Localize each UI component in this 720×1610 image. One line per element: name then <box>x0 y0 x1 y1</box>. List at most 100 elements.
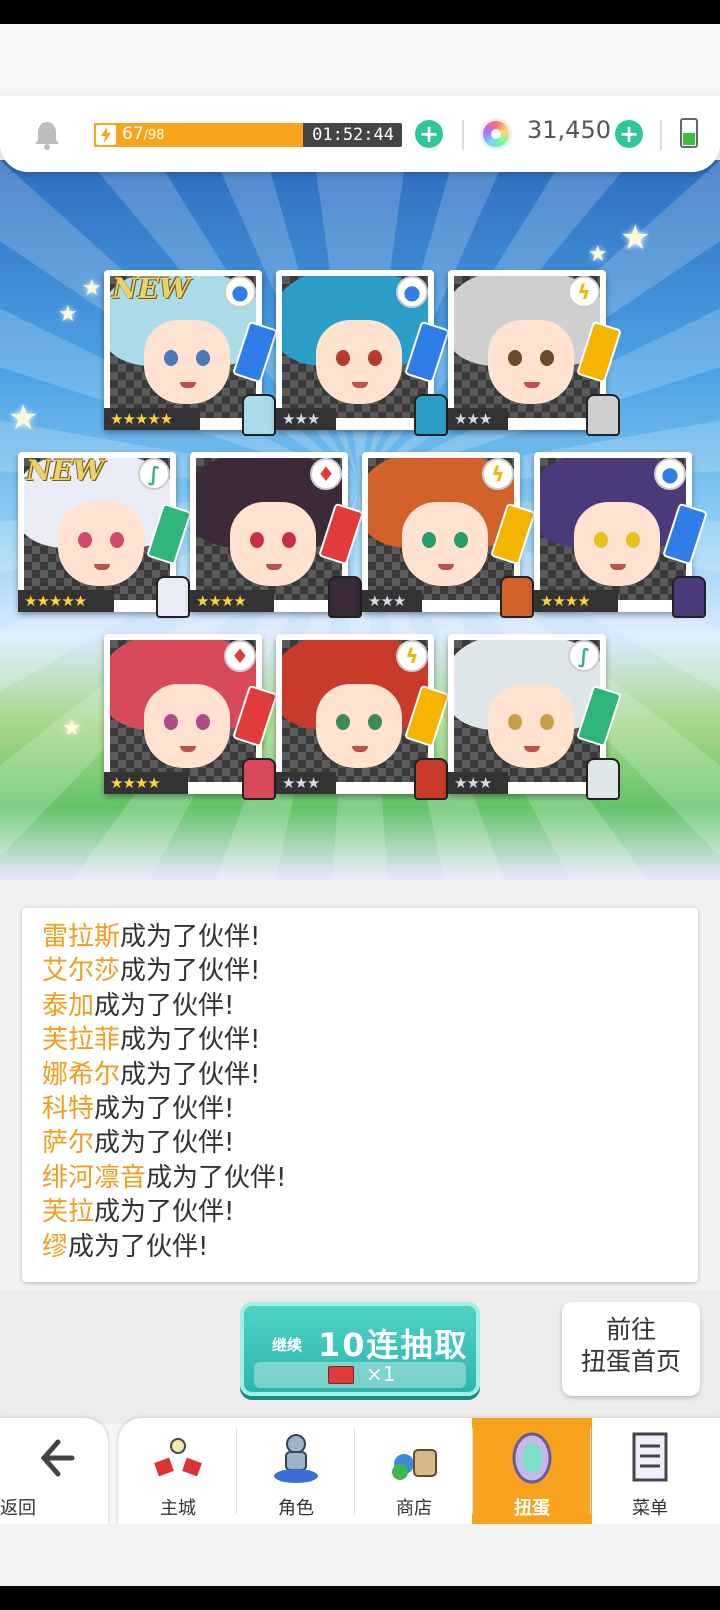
rarity-stars: ★★★★ <box>540 592 591 610</box>
log-text: 成为了伙伴! <box>120 956 261 987</box>
character-card[interactable]: ϟ ★★★ <box>448 270 622 436</box>
rarity-stars: ★★★★ <box>110 774 161 792</box>
rarity-stars: ★★★★★ <box>110 410 173 428</box>
nav-separator <box>472 1428 473 1514</box>
goto-label-line2: 扭蛋首页 <box>580 1347 681 1376</box>
character-name: 娜希尔 <box>42 1059 121 1090</box>
add-stamina-button[interactable]: + <box>415 120 443 148</box>
thunder-element-icon: ϟ <box>396 640 428 672</box>
bottom-nav: 返回 主城 角色 商店 扭蛋 菜单 <box>0 1418 720 1524</box>
log-text: 成为了伙伴! <box>120 1025 261 1056</box>
character-name: 萨尔 <box>42 1128 95 1159</box>
chibi-sprite-icon <box>242 758 276 800</box>
nav-label: 菜单 <box>632 1498 668 1519</box>
portrait-face <box>488 320 574 404</box>
character-name: 艾尔莎 <box>42 956 121 987</box>
log-text: 成为了伙伴! <box>94 1094 235 1125</box>
system-status-bar <box>0 0 720 24</box>
ticket-cost: ×1 <box>254 1362 466 1388</box>
pull-10-button[interactable]: 继续 10连抽取 ×1 <box>240 1302 480 1396</box>
character-card[interactable]: ∫ ★★★ <box>448 634 622 800</box>
nav-label: 扭蛋 <box>514 1498 550 1519</box>
rarity-bar: ★★★ <box>276 772 336 794</box>
character-card[interactable]: ● ★★★ <box>276 270 450 436</box>
sparkle-star-icon: ★ <box>58 302 78 327</box>
wind-element-icon: ∫ <box>568 640 600 672</box>
log-line: 芙拉菲成为了伙伴! <box>42 1023 678 1057</box>
portrait-eye <box>336 714 350 730</box>
portrait-eye <box>164 714 178 730</box>
stamina-value: 67/98 <box>122 124 165 144</box>
portrait-eye <box>250 532 264 548</box>
add-gem-button[interactable]: + <box>615 120 643 148</box>
castle-icon <box>148 1430 208 1486</box>
system-nav-area <box>0 1524 720 1586</box>
log-line: 缪成为了伙伴! <box>42 1230 678 1264</box>
chibi-sprite-icon <box>500 576 534 618</box>
log-text: 成为了伙伴! <box>120 1059 261 1090</box>
portrait-eye <box>626 532 640 548</box>
character-card[interactable]: ♦ ★★★★ <box>190 452 364 618</box>
water-element-icon: ● <box>396 276 428 308</box>
portrait-face <box>316 684 402 768</box>
character-card[interactable]: NEW ● ★★★★★ <box>104 270 278 436</box>
nav-separator <box>354 1428 355 1514</box>
portrait-eye <box>508 714 522 730</box>
rarity-bar: ★★★★ <box>190 590 274 612</box>
acquisition-log[interactable]: 雷拉斯成为了伙伴! 艾尔莎成为了伙伴! 泰加成为了伙伴! 芙拉菲成为了伙伴! 娜希尔成为… <box>22 908 698 1282</box>
portrait-eye <box>164 350 178 366</box>
portrait-face <box>144 684 230 768</box>
nav-item-character[interactable]: 角色 <box>236 1418 356 1524</box>
back-label: 返回 <box>0 1498 36 1519</box>
nav-item-shop[interactable]: 商店 <box>354 1418 474 1524</box>
character-card[interactable]: ♦ ★★★★ <box>104 634 278 800</box>
character-icon <box>266 1430 326 1486</box>
portrait-eye <box>196 714 210 730</box>
character-card[interactable]: NEW ∫ ★★★★★ <box>18 452 192 618</box>
nav-item-menu[interactable]: 菜单 <box>590 1418 710 1524</box>
bell-icon[interactable] <box>30 118 64 152</box>
portrait-face <box>144 320 230 404</box>
character-card[interactable]: ϟ ★★★ <box>276 634 450 800</box>
goto-label-line1: 前往 <box>605 1315 656 1344</box>
sparkle-star-icon: ★ <box>62 716 82 741</box>
divider <box>462 120 464 150</box>
log-text: 成为了伙伴! <box>94 1128 235 1159</box>
rarity-stars: ★★★ <box>454 410 492 428</box>
thunder-element-icon: ϟ <box>568 276 600 308</box>
gacha-icon <box>502 1430 562 1486</box>
portrait-face <box>58 502 144 586</box>
portrait-eye <box>540 714 554 730</box>
portrait-eye <box>454 532 468 548</box>
portrait-face <box>402 502 488 586</box>
chibi-sprite-icon <box>242 394 276 436</box>
portrait-face <box>230 502 316 586</box>
back-arrow-icon <box>24 1430 84 1486</box>
back-button[interactable]: 返回 <box>0 1418 108 1524</box>
portrait-eye <box>508 350 522 366</box>
resource-bar: 67/98 01:52:44 + 31,450 + <box>0 96 720 172</box>
portrait-eye <box>110 532 124 548</box>
new-badge: NEW <box>112 272 191 305</box>
nav-separator <box>236 1428 237 1514</box>
character-name: 缪 <box>42 1231 69 1262</box>
portrait-eye <box>196 350 210 366</box>
log-line: 萨尔成为了伙伴! <box>42 1126 678 1160</box>
gacha-result-stage: ★ ★ ★ ★ ★ ★ NEW ● ★★★★★ ● ★★★ ϟ ★★★ NEW ∫ ★★★★★ ♦ ★… <box>0 160 720 880</box>
rarity-stars: ★★★ <box>282 410 320 428</box>
goto-gacha-home-button[interactable]: 前往 扭蛋首页 <box>562 1302 700 1396</box>
stamina-bolt-icon <box>96 125 116 145</box>
sparkle-star-icon: ★ <box>620 218 651 258</box>
sparkle-star-icon: ★ <box>82 276 102 301</box>
log-line: 绯河凛音成为了伙伴! <box>42 1161 678 1195</box>
chibi-sprite-icon <box>586 394 620 436</box>
new-badge: NEW <box>26 454 105 487</box>
character-name: 芙拉菲 <box>42 1025 121 1056</box>
water-element-icon: ● <box>224 276 256 308</box>
portrait-face <box>316 320 402 404</box>
nav-item-gacha[interactable]: 扭蛋 <box>472 1418 592 1524</box>
nav-item-castle[interactable]: 主城 <box>118 1418 238 1524</box>
character-card[interactable]: ● ★★★★ <box>534 452 708 618</box>
rarity-stars: ★★★ <box>282 774 320 792</box>
character-card[interactable]: ϟ ★★★ <box>362 452 536 618</box>
